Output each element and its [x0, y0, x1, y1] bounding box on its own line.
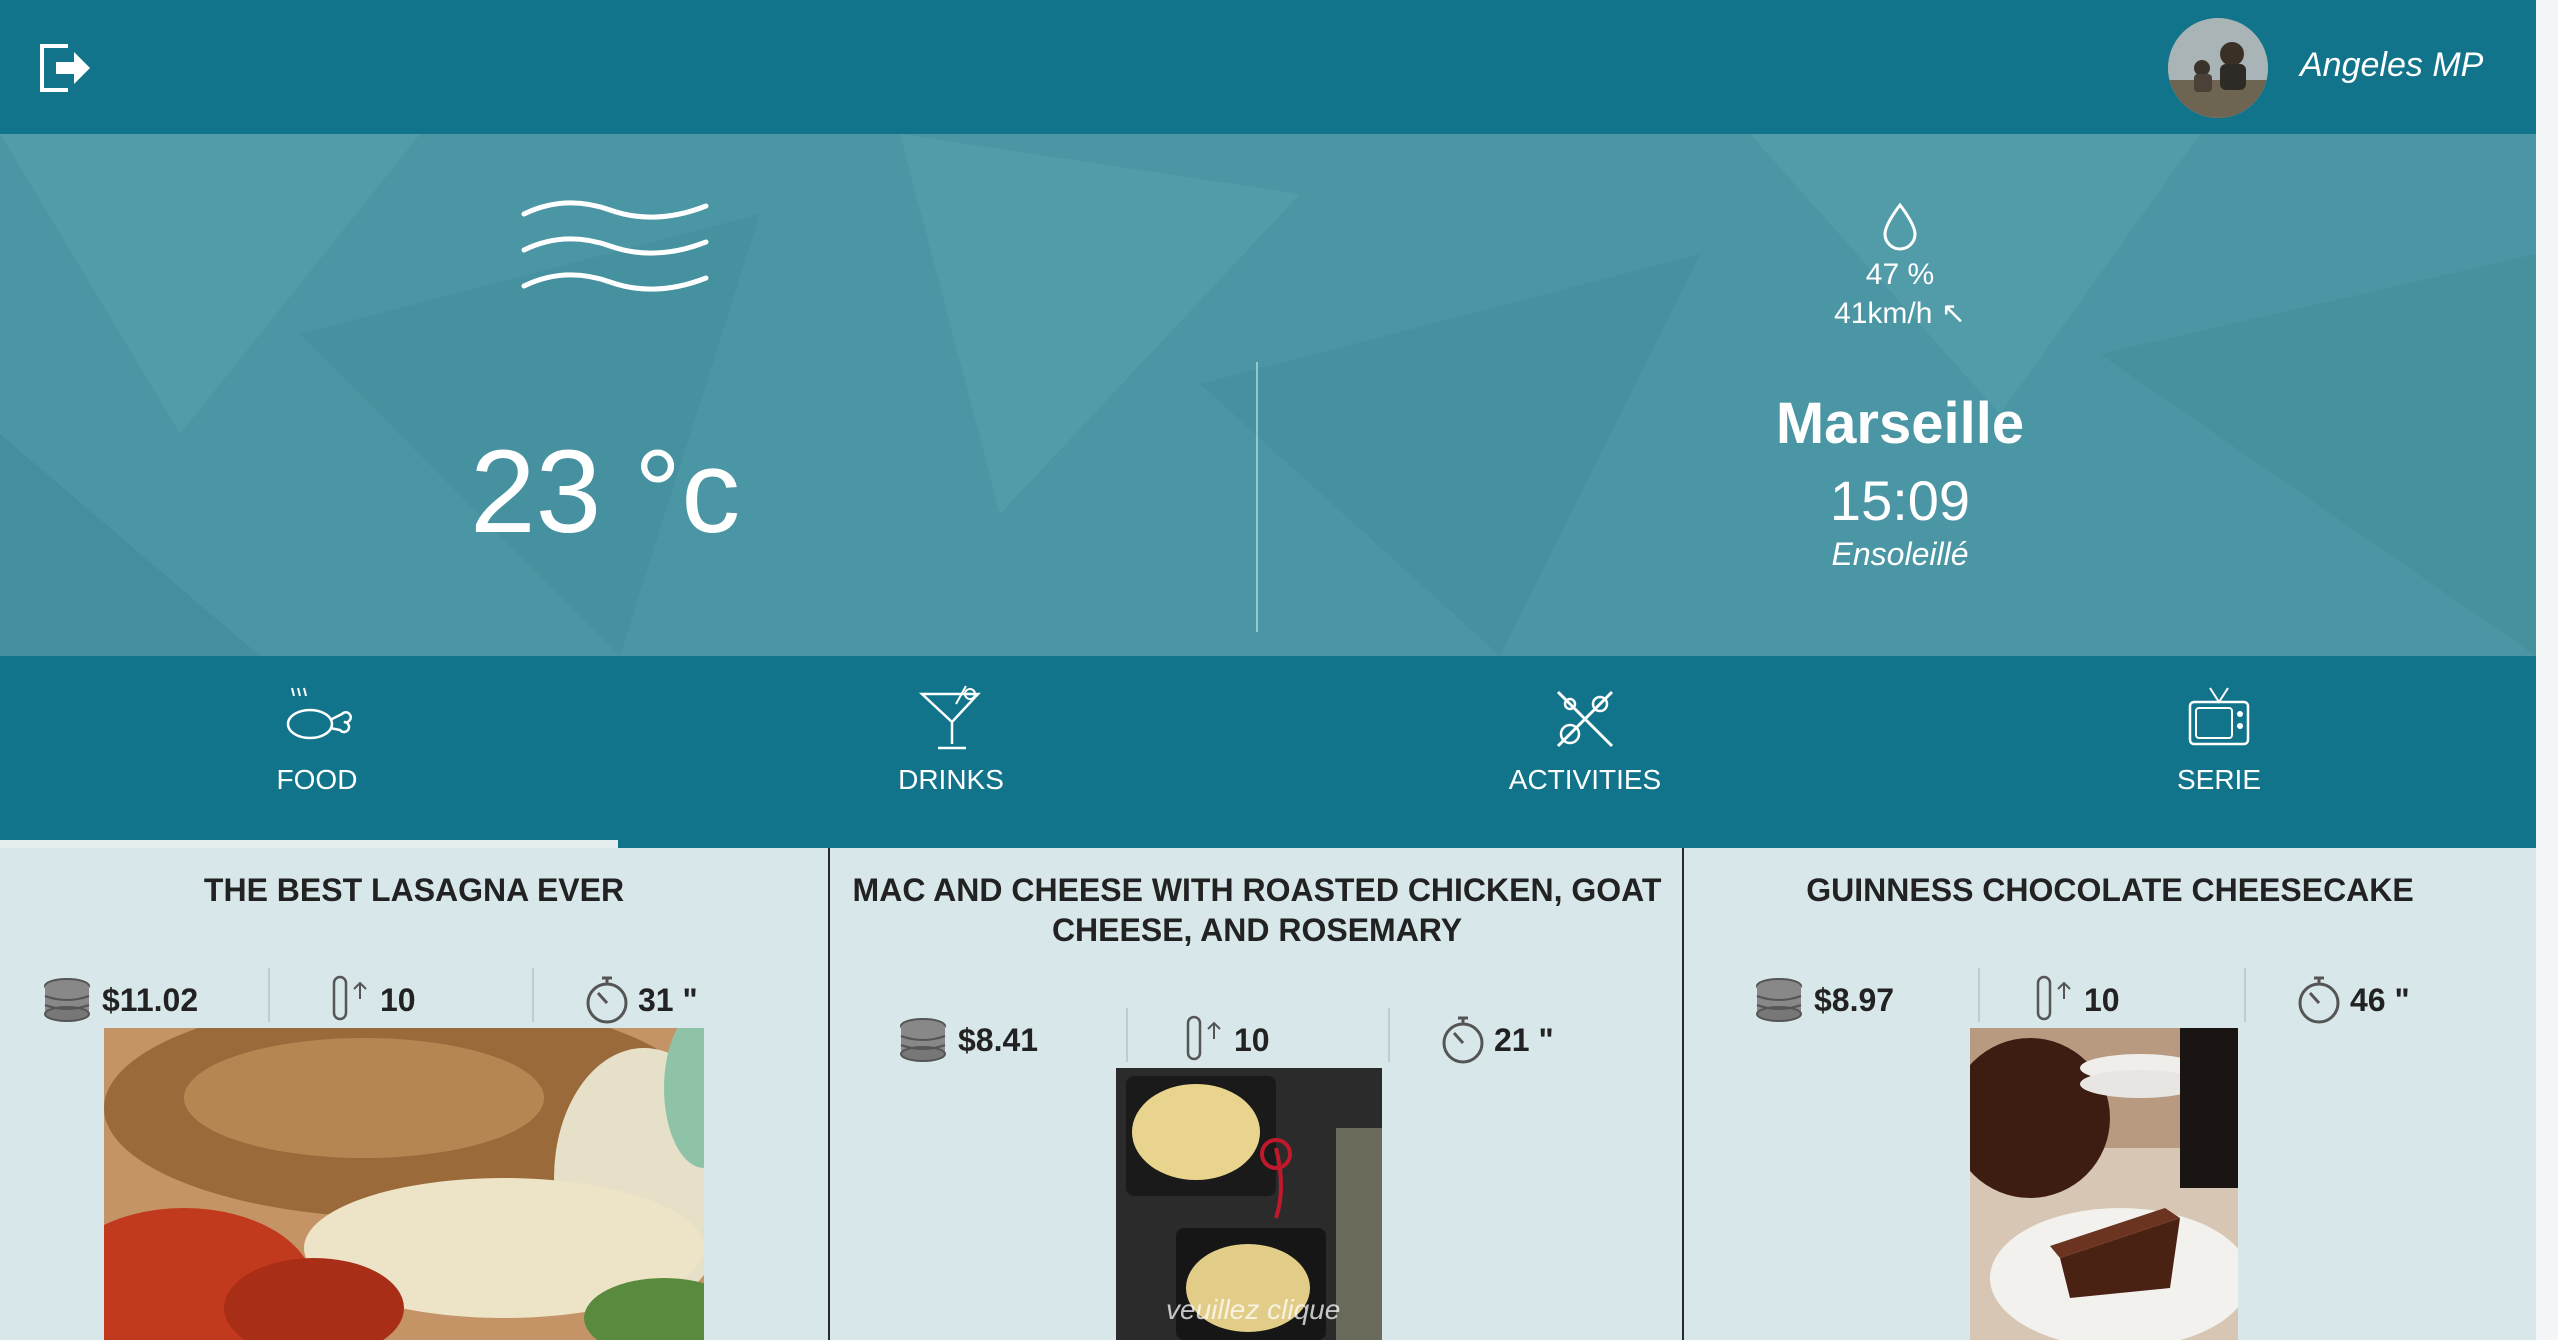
recipe-time: 21 "	[1440, 1008, 1554, 1072]
weather-panel: 23 °c 47 % 41km/h ↖ Marseille 15:09 Enso…	[0, 134, 2536, 656]
lasagna-photo[interactable]	[104, 1028, 704, 1340]
tab-label: DRINKS	[898, 764, 1004, 795]
price-value: $11.02	[102, 981, 199, 1018]
difficulty-value: 10	[380, 981, 416, 1018]
tab-activities[interactable]: ACTIVITIES	[1268, 656, 1902, 848]
temperature: 23 °c	[470, 426, 741, 558]
recipe-title: THE BEST LASAGNA EVER	[203, 872, 625, 908]
background-pattern	[0, 134, 2536, 656]
weather-condition: Ensoleillé	[1831, 536, 1969, 572]
price-value: $8.41	[958, 1021, 1039, 1058]
tab-drinks[interactable]: DRINKS	[634, 656, 1268, 848]
stat-divider	[1126, 1008, 1128, 1062]
coins-icon	[900, 1018, 946, 1062]
weather-divider	[1256, 362, 1258, 632]
recipe-card[interactable]: GUINNESS CHOCOLATE CHEESECAKE $8.97 10 4…	[1682, 848, 2536, 1340]
time-value: 21 "	[1494, 1021, 1554, 1058]
price-value: $8.97	[1814, 981, 1895, 1018]
category-tabs: FOOD DRINKS ACTIVITIES SERIE	[0, 656, 2536, 848]
difficulty-value: 10	[2084, 981, 2120, 1018]
top-bar: Angeles MP	[0, 0, 2536, 134]
recipe-title: GUINNESS CHOCOLATE CHEESECAKE	[1806, 872, 2414, 908]
logout-icon[interactable]	[38, 42, 94, 94]
active-tab-indicator	[0, 840, 618, 848]
stat-divider	[268, 968, 270, 1022]
tab-food[interactable]: FOOD	[0, 656, 634, 848]
recipe-time: 46 "	[2296, 968, 2410, 1032]
recipe-difficulty: 10	[330, 968, 416, 1032]
stopwatch-icon	[1442, 1016, 1484, 1064]
recipe-stats: $11.02 10 31 "	[0, 968, 828, 1032]
scrollbar[interactable]	[2536, 0, 2558, 1340]
stat-divider	[2244, 968, 2246, 1022]
stat-divider	[1978, 968, 1980, 1022]
recipe-stats: $8.97 10 46 "	[1684, 968, 2536, 1032]
user-name[interactable]: Angeles MP	[2300, 46, 2483, 85]
drop-icon	[1883, 202, 1917, 251]
recipe-title: MAC AND CHEESE WITH ROASTED CHICKEN, GOA…	[852, 872, 1662, 948]
stat-divider	[1388, 1008, 1390, 1062]
local-time: 15:09	[1829, 469, 1971, 532]
thermometer-icon	[2036, 975, 2071, 1021]
recipe-stats: $8.41 10 21 "	[830, 1008, 1684, 1072]
stat-divider	[532, 968, 534, 1022]
stopwatch-icon	[2298, 976, 2340, 1024]
tv-icon	[2188, 687, 2250, 746]
humidity: 47 %	[1865, 258, 1935, 291]
wind-speed: 41km/h ↖	[1834, 297, 1966, 330]
tab-label: ACTIVITIES	[1508, 764, 1662, 795]
coins-icon	[1756, 978, 1802, 1022]
recipe-price: $11.02	[40, 968, 198, 1032]
guitar-icon	[1556, 690, 1614, 748]
recipe-time: 31 "	[584, 968, 698, 1032]
coins-icon	[44, 978, 90, 1022]
city-name: Marseille	[1775, 391, 2025, 456]
avatar[interactable]	[2168, 18, 2268, 118]
tab-label: SERIE	[2176, 764, 2262, 795]
difficulty-value: 10	[1234, 1021, 1270, 1058]
mac-and-cheese-photo[interactable]: veuillez clique	[1116, 1068, 1382, 1340]
recipe-card[interactable]: THE BEST LASAGNA EVER $11.02 10 31 "	[0, 848, 828, 1340]
image-overlay-text: veuillez clique	[1166, 1294, 1341, 1325]
time-value: 46 "	[2350, 981, 2410, 1018]
wind-icon	[521, 200, 709, 292]
recipe-price: $8.97	[1752, 968, 1894, 1032]
thermometer-icon	[1186, 1015, 1221, 1061]
cheesecake-photo[interactable]	[1970, 1028, 2238, 1340]
stopwatch-icon	[586, 976, 628, 1024]
recipe-card[interactable]: MAC AND CHEESE WITH ROASTED CHICKEN, GOA…	[828, 848, 1684, 1340]
tab-serie[interactable]: SERIE	[1902, 656, 2536, 848]
recipe-difficulty: 10	[1184, 1008, 1270, 1072]
cocktail-icon	[918, 685, 981, 750]
thermometer-icon	[332, 975, 367, 1021]
time-value: 31 "	[638, 981, 698, 1018]
recipe-list: THE BEST LASAGNA EVER $11.02 10 31 " MAC…	[0, 848, 2536, 1340]
tab-label: FOOD	[276, 764, 358, 795]
food-icon	[286, 687, 352, 740]
recipe-price: $8.41	[896, 1008, 1038, 1072]
recipe-difficulty: 10	[2034, 968, 2120, 1032]
